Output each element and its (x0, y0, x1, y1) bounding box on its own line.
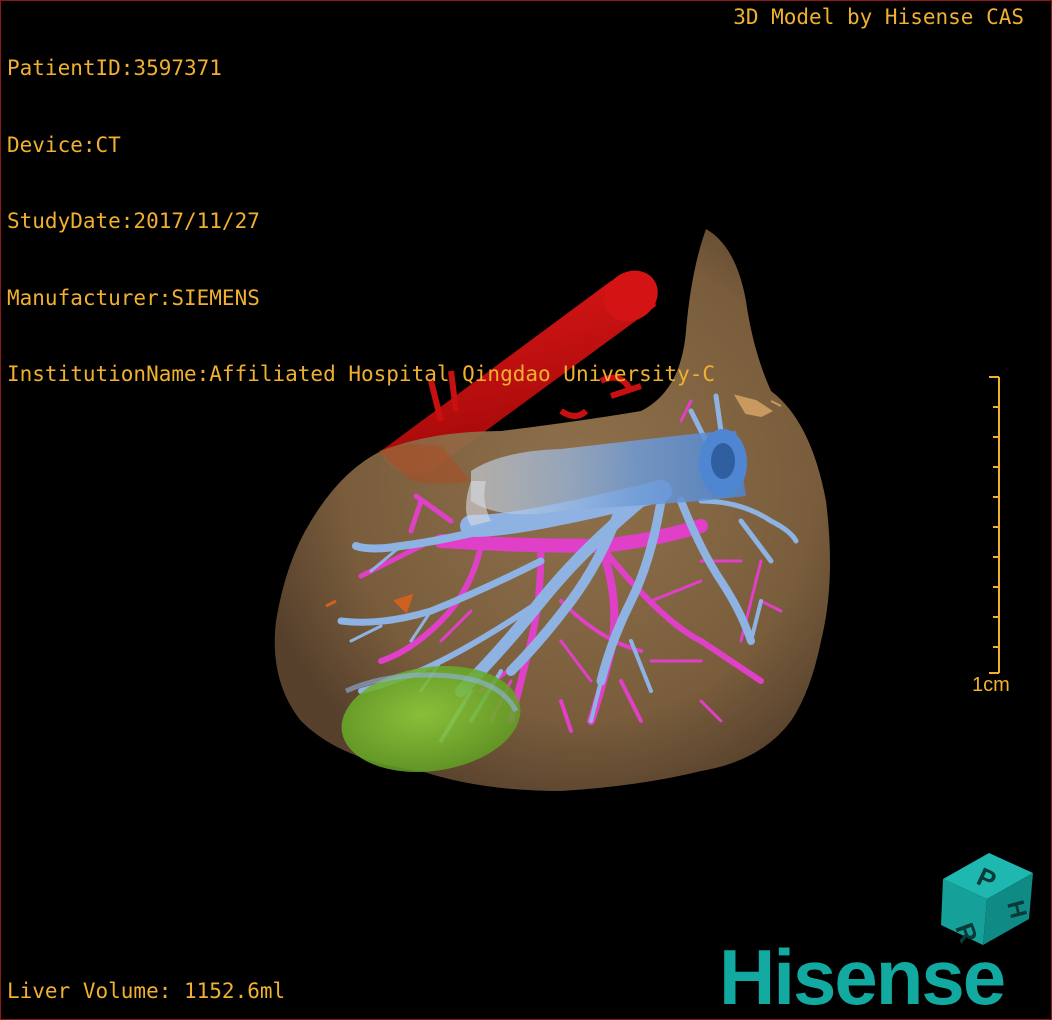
vendor-credit: 3D Model by Hisense CAS (733, 5, 1024, 29)
scale-label: 1cm (972, 674, 1010, 696)
study-date: StudyDate:2017/11/27 (7, 209, 260, 233)
institution-name: InstitutionName:Affiliated Hospital Qing… (7, 362, 716, 386)
manufacturer: Manufacturer:SIEMENS (7, 285, 260, 310)
patient-info: PatientID:3597371 Device:CT StudyDate:20… (7, 5, 715, 439)
liver-volume: Liver Volume: 1152.6ml (7, 979, 286, 1003)
device: Device:CT (7, 132, 121, 157)
patient-id: PatientID:3597371 (7, 56, 222, 80)
hisense-logo: Hisense (719, 933, 1006, 1020)
3d-viewport[interactable]: PatientID:3597371 Device:CT StudyDate:20… (0, 0, 1052, 1020)
scale-bar (989, 376, 1000, 674)
